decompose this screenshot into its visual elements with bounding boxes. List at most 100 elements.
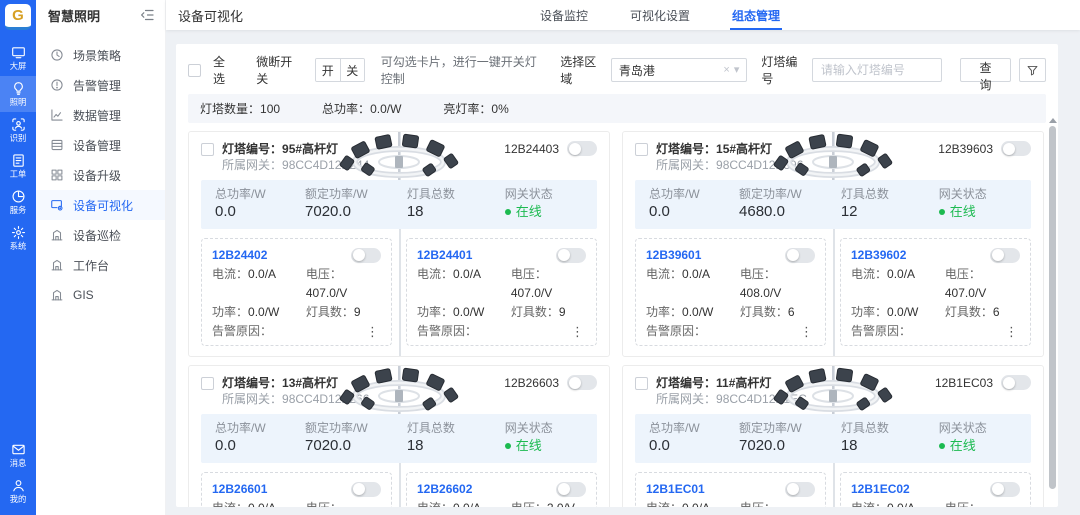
tower-no-input[interactable]: [812, 58, 942, 82]
stat-gateway-status: 网关状态在线: [939, 420, 1017, 456]
branch-switch-toggle[interactable]: [351, 248, 381, 263]
rail-item-identify[interactable]: 识别: [0, 112, 36, 148]
main-device-id: 12B1EC03: [935, 376, 993, 390]
tower-card: 灯塔编号：15#高杆灯 所属网关：98CC4D12B396 12B39603 总…: [622, 131, 1044, 357]
more-actions-icon[interactable]: ⋮: [798, 322, 815, 341]
stat-total-power: 总功率/W0.0: [649, 420, 739, 456]
panel-scrollbar[interactable]: [1048, 118, 1057, 503]
rail-item-workorder[interactable]: 工单: [0, 148, 36, 184]
toolbar-hint: 可勾选卡片，进行一键开关灯控制: [381, 53, 541, 87]
main-switch-toggle[interactable]: [1001, 375, 1031, 390]
card-title-block: 灯塔编号：13#高杆灯 所属网关：98CC4D12B266: [222, 375, 369, 407]
card-title-block: 灯塔编号：11#高杆灯 所属网关：98CC4D12B1EC: [656, 375, 807, 407]
tower-count: 灯塔数量：100: [200, 100, 280, 117]
device-panel: 全选 微断开关 开 关 可勾选卡片，进行一键开关灯控制 选择区域 青岛港 × ▾…: [176, 44, 1058, 507]
main-switch-toggle[interactable]: [1001, 141, 1031, 156]
branch-device-id[interactable]: 12B24401: [417, 248, 472, 262]
more-actions-icon[interactable]: ⋮: [1003, 322, 1020, 341]
branch-alarm: 告警原因：: [212, 322, 272, 341]
stat-total-power: 总功率/W0.0: [649, 186, 739, 222]
stat-total-power: 总功率/W0.0: [215, 186, 305, 222]
branch-switch-toggle[interactable]: [990, 248, 1020, 263]
select-all-checkbox[interactable]: [188, 64, 201, 77]
branch-device-id[interactable]: 12B26602: [417, 482, 472, 496]
card-title-block: 灯塔编号：95#高杆灯 所属网关：98CC4D12B244: [222, 141, 369, 173]
bulb-icon: [11, 81, 26, 96]
sidebar-item-gis[interactable]: GIS: [36, 280, 165, 310]
content-area: 全选 微断开关 开 关 可勾选卡片，进行一键开关灯控制 选择区域 青岛港 × ▾…: [166, 30, 1080, 515]
collapse-sidebar-icon[interactable]: [139, 7, 155, 23]
stat-total-power: 总功率/W0.0: [215, 420, 305, 456]
gis-icon: [50, 288, 64, 302]
mail-icon: [11, 442, 26, 457]
card-checkbox[interactable]: [201, 377, 214, 390]
branch-voltage: 电压：408.0/V: [740, 265, 815, 303]
branch-switch-toggle[interactable]: [990, 482, 1020, 497]
clear-icon[interactable]: ×: [723, 65, 729, 76]
card-checkbox[interactable]: [635, 377, 648, 390]
sidebar-item-upgrade[interactable]: 设备升级: [36, 160, 165, 190]
chevron-down-icon: ▾: [734, 65, 740, 76]
sidebar-item-alarm[interactable]: 告警管理: [36, 70, 165, 100]
query-button[interactable]: 查询: [960, 58, 1011, 82]
breaker-switch-group: 开 关: [315, 58, 365, 82]
card-stats-band: 总功率/W0.0 额定功率/W4680.0 灯具总数12 网关状态在线: [635, 180, 1031, 229]
scroll-up-icon[interactable]: [1049, 118, 1057, 123]
main-switch-toggle[interactable]: [567, 375, 597, 390]
branch-switch-toggle[interactable]: [785, 482, 815, 497]
app-logo[interactable]: G: [5, 4, 31, 30]
sidebar-item-scene[interactable]: 场景策略: [36, 40, 165, 70]
sidebar-item-visual[interactable]: 设备可视化: [36, 190, 165, 220]
branch-lamps: 灯具数：6: [740, 303, 815, 322]
rail-item-lighting[interactable]: 照明: [0, 76, 36, 112]
branch-switch-toggle[interactable]: [785, 248, 815, 263]
sidebar-item-device[interactable]: 设备管理: [36, 130, 165, 160]
rail-item-service[interactable]: 服务: [0, 184, 36, 220]
branch-voltage: 电压：407.0/V: [511, 265, 586, 303]
gateway-id: 98CC4D12B396: [716, 158, 803, 172]
branch-device-id[interactable]: 12B39601: [646, 248, 701, 262]
branch-lamps: 灯具数：6: [945, 303, 1020, 322]
rail-item-screen[interactable]: 大屏: [0, 40, 36, 76]
stat-gateway-status: 网关状态在线: [505, 420, 583, 456]
branch-device-id[interactable]: 12B26601: [212, 482, 267, 496]
branch-device-id[interactable]: 12B1EC02: [851, 482, 910, 496]
breadcrumb: 设备可视化: [178, 6, 243, 25]
breaker-on-button[interactable]: 开: [316, 59, 340, 81]
main-device-id: 12B39603: [938, 142, 993, 156]
scrollbar-thumb[interactable]: [1049, 126, 1056, 489]
branch-switch-toggle[interactable]: [556, 482, 586, 497]
region-select[interactable]: 青岛港 × ▾: [611, 58, 748, 82]
branch-device-id[interactable]: 12B39602: [851, 248, 906, 262]
tab-1[interactable]: 设备监控: [538, 0, 590, 30]
sidebar-item-inspect[interactable]: 设备巡检: [36, 220, 165, 250]
branch-switch-toggle[interactable]: [351, 482, 381, 497]
branch-current: 电流：0.0/A: [646, 265, 740, 303]
breaker-off-button[interactable]: 关: [340, 59, 364, 81]
workbench-icon: [50, 258, 64, 272]
more-actions-icon[interactable]: ⋮: [364, 322, 381, 341]
tab-2[interactable]: 可视化设置: [628, 0, 692, 30]
rail-item-system[interactable]: 系统: [0, 220, 36, 256]
card-stats-band: 总功率/W0.0 额定功率/W7020.0 灯具总数18 网关状态在线: [201, 414, 597, 463]
more-actions-icon[interactable]: ⋮: [569, 322, 586, 341]
clock-icon: [50, 48, 64, 62]
branch-switch-toggle[interactable]: [556, 248, 586, 263]
branch-device-id[interactable]: 12B24402: [212, 248, 267, 262]
tower-card: 灯塔编号：13#高杆灯 所属网关：98CC4D12B266 12B26603 总…: [188, 365, 610, 507]
gateway-id: 98CC4D12B1EC: [716, 392, 807, 406]
sidebar-item-workbench[interactable]: 工作台: [36, 250, 165, 280]
monitor-gear-icon: [50, 198, 64, 212]
lit-rate: 亮灯率：0%: [443, 100, 508, 117]
tab-3[interactable]: 组态管理: [730, 0, 782, 30]
card-checkbox[interactable]: [201, 143, 214, 156]
rail-item-message[interactable]: 消息: [0, 437, 36, 473]
card-checkbox[interactable]: [635, 143, 648, 156]
branch-device-id[interactable]: 12B1EC01: [646, 482, 705, 496]
sidebar-header: 智慧照明: [36, 0, 165, 30]
alert-icon: [50, 78, 64, 92]
rail-item-mine[interactable]: 我的: [0, 473, 36, 509]
sidebar-item-dataman[interactable]: 数据管理: [36, 100, 165, 130]
filter-button[interactable]: [1019, 58, 1046, 82]
main-switch-toggle[interactable]: [567, 141, 597, 156]
